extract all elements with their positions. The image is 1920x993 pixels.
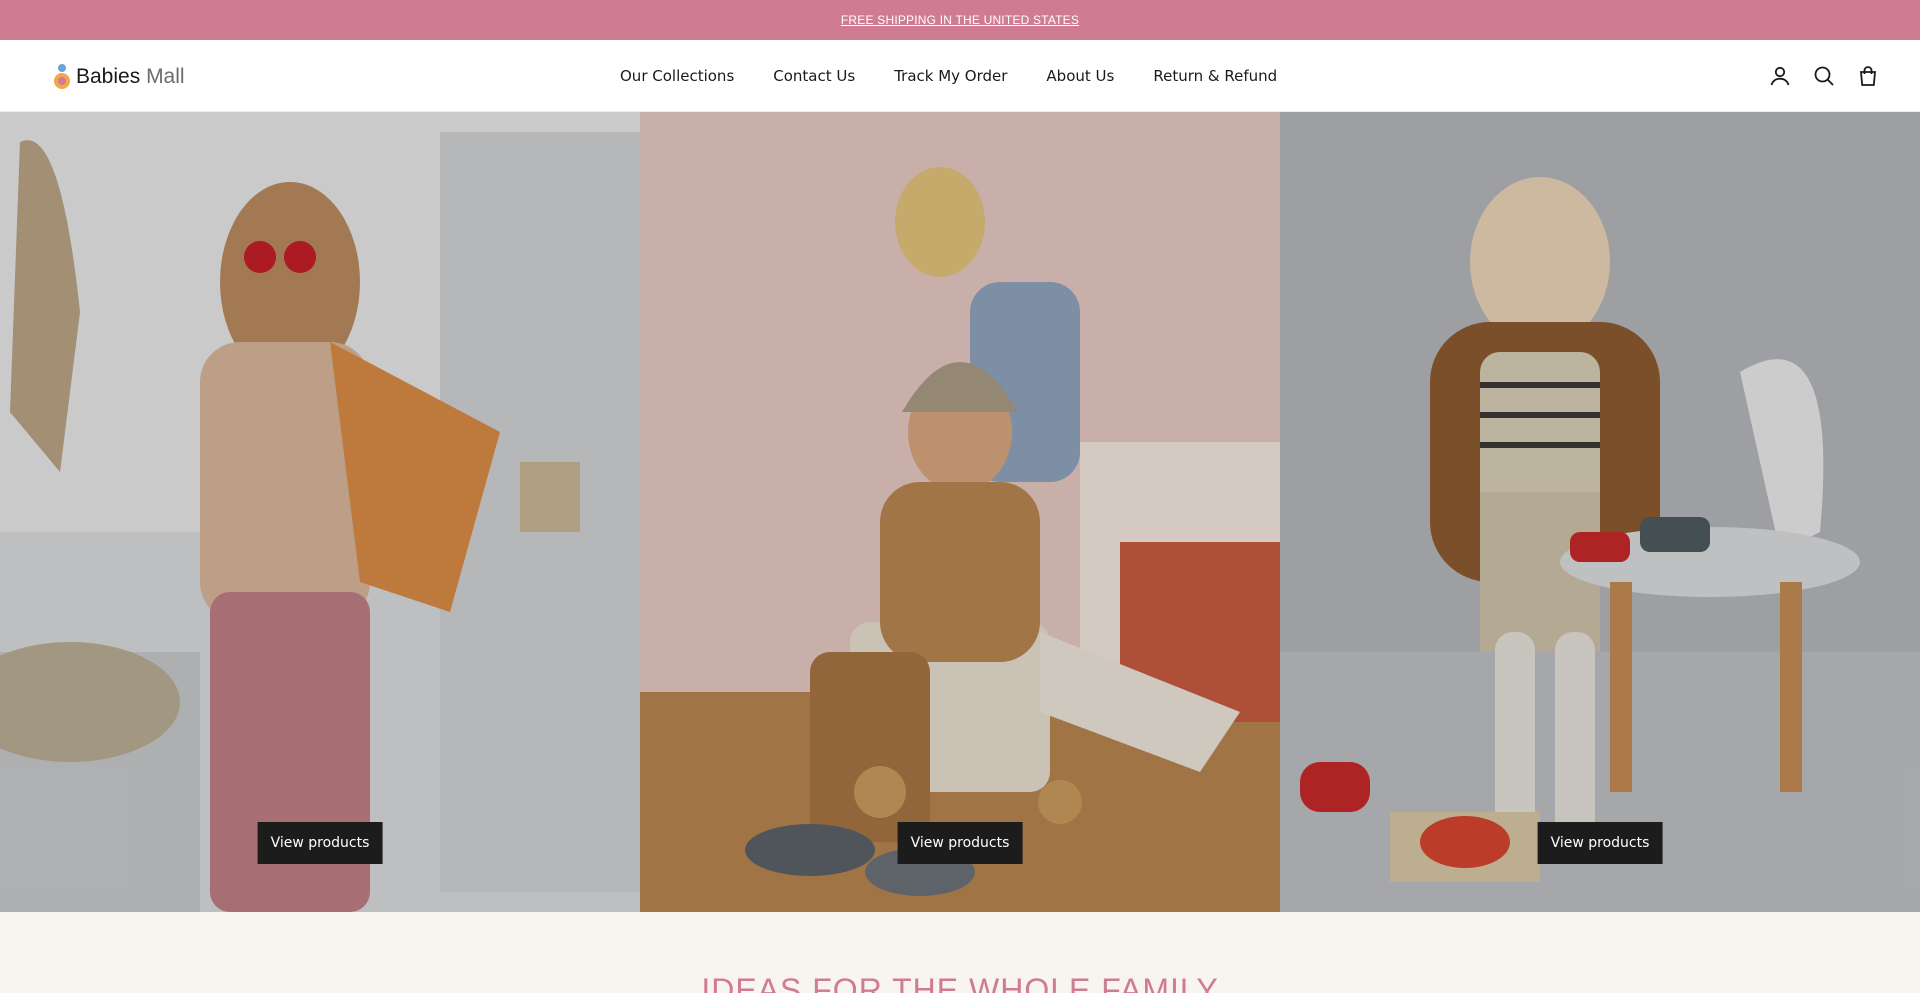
logo[interactable]: Babies Mall xyxy=(54,62,185,92)
hero-panel-boys[interactable]: View products xyxy=(640,112,1280,912)
ideas-section: IDEAS FOR THE WHOLE FAMILY xyxy=(0,912,1920,993)
logo-text: Babies Mall xyxy=(76,65,185,89)
announcement-link[interactable]: FREE SHIPPING IN THE UNITED STATES xyxy=(841,13,1079,27)
logo-secondary: Mall xyxy=(146,65,185,88)
logo-icon xyxy=(54,64,70,90)
nav-about-us[interactable]: About Us xyxy=(1046,67,1114,85)
nav-contact-us[interactable]: Contact Us xyxy=(773,67,855,85)
hero-collections: View products View products View product… xyxy=(0,112,1920,912)
section-heading: IDEAS FOR THE WHOLE FAMILY xyxy=(701,972,1219,993)
nav-our-collections[interactable]: Our Collections xyxy=(620,67,734,85)
logo-primary: Babies xyxy=(76,65,141,88)
search-icon[interactable] xyxy=(1812,64,1836,88)
main-nav: Our Collections Contact Us Track My Orde… xyxy=(620,40,1277,112)
nav-track-my-order[interactable]: Track My Order xyxy=(894,67,1007,85)
site-header: Babies Mall Our Collections Contact Us T… xyxy=(0,40,1920,112)
view-products-button[interactable]: View products xyxy=(257,822,383,864)
account-icon[interactable] xyxy=(1768,64,1792,88)
announcement-bar: FREE SHIPPING IN THE UNITED STATES xyxy=(0,0,1920,40)
view-products-button[interactable]: View products xyxy=(897,822,1023,864)
header-icons xyxy=(1768,40,1880,112)
cart-icon[interactable] xyxy=(1856,64,1880,88)
hero-panel-girl[interactable]: View products xyxy=(0,112,640,912)
view-products-button[interactable]: View products xyxy=(1537,822,1663,864)
hero-panel-toddler[interactable]: View products xyxy=(1280,112,1920,912)
nav-return-refund[interactable]: Return & Refund xyxy=(1153,67,1277,85)
